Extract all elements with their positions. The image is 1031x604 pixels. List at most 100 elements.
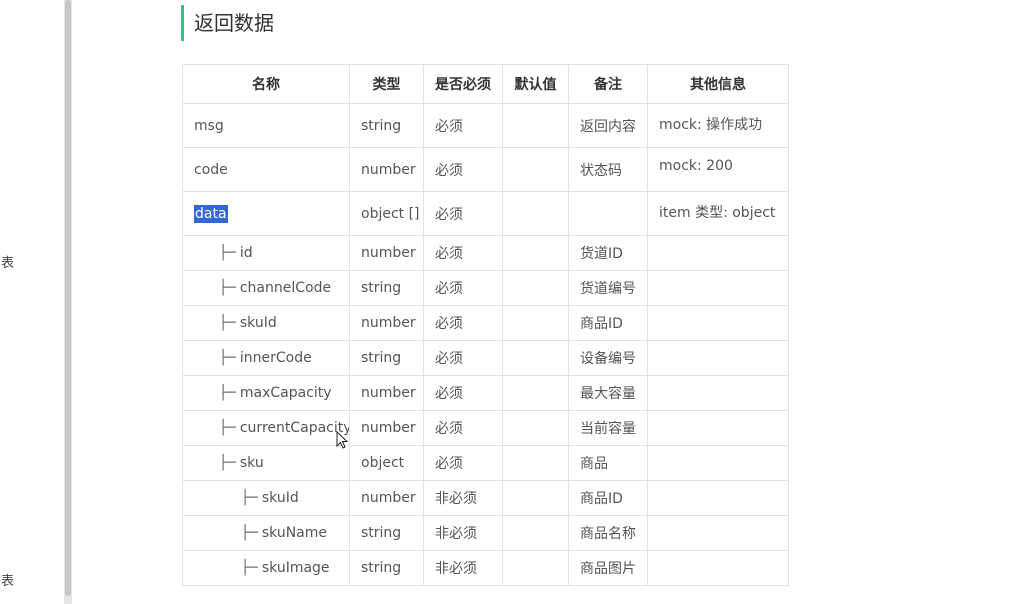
table-row: ├─ sku object 必须 商品 (182, 445, 789, 481)
field-name: ├─ sku (182, 445, 350, 481)
field-name: ├─ skuName (182, 515, 350, 551)
table-row: ├─ skuId number 必须 商品ID (182, 305, 789, 341)
field-required: 必须 (423, 270, 503, 306)
tree-branch-glyph: ├─ (219, 245, 236, 261)
field-name-text: skuId (239, 315, 277, 331)
field-default (502, 410, 569, 446)
field-note: 货道ID (568, 235, 648, 271)
field-note: 最大容量 (568, 375, 648, 411)
field-name-text: id (239, 245, 253, 261)
table-row: ├─ skuName string 非必须 商品名称 (182, 515, 789, 551)
field-default (502, 375, 569, 411)
table-row: ├─ channelCode string 必须 货道编号 (182, 270, 789, 306)
field-other (647, 340, 789, 376)
field-note: 商品名称 (568, 515, 648, 551)
field-required: 必须 (423, 305, 503, 341)
field-name-text: innerCode (239, 350, 312, 366)
table-row: ├─ maxCapacity number 必须 最大容量 (182, 375, 789, 411)
field-required: 必须 (423, 235, 503, 271)
table-row: code number 必须 状态码 mock: 200 (182, 147, 789, 192)
field-name-text: currentCapacity (239, 420, 350, 436)
sidebar-item-list-2[interactable]: 列表 (0, 570, 14, 589)
field-type: string (349, 103, 424, 148)
field-required: 必须 (423, 103, 503, 148)
field-other (647, 375, 789, 411)
field-note: 设备编号 (568, 340, 648, 376)
sidebar-item-list[interactable]: 列表 (0, 252, 14, 271)
table-row: ├─ innerCode string 必须 设备编号 (182, 340, 789, 376)
tree-branch-glyph: ├─ (219, 280, 236, 296)
field-default (502, 480, 569, 516)
field-required: 非必须 (423, 550, 503, 586)
field-default (502, 340, 569, 376)
field-note: 商品ID (568, 480, 648, 516)
field-default (502, 270, 569, 306)
field-name: ├─ maxCapacity (182, 375, 350, 411)
field-default (502, 550, 569, 586)
field-required: 必须 (423, 340, 503, 376)
field-note: 当前容量 (568, 410, 648, 446)
col-header-name: 名称 (182, 64, 350, 104)
selected-field-name[interactable]: data (194, 204, 228, 223)
col-header-note: 备注 (568, 64, 648, 104)
table-row: ├─ skuImage string 非必须 商品图片 (182, 550, 789, 586)
field-name-text: skuId (261, 490, 299, 506)
field-type: number (349, 375, 424, 411)
tree-branch-glyph: ├─ (219, 350, 236, 366)
field-note: 返回内容 (568, 103, 648, 148)
field-other (647, 445, 789, 481)
field-name: ├─ currentCapacity (182, 410, 350, 446)
col-header-other: 其他信息 (647, 64, 789, 104)
field-other (647, 235, 789, 271)
field-note: 商品ID (568, 305, 648, 341)
field-name-text: skuName (261, 525, 328, 541)
field-type: object [] (349, 191, 424, 236)
field-note: 货道编号 (568, 270, 648, 306)
field-note: 状态码 (568, 147, 648, 192)
field-other (647, 270, 789, 306)
field-default (502, 515, 569, 551)
field-name: ├─ innerCode (182, 340, 350, 376)
field-required: 必须 (423, 410, 503, 446)
field-other (647, 410, 789, 446)
field-type: string (349, 270, 424, 306)
field-required: 必须 (423, 191, 503, 236)
field-name: ├─ channelCode (182, 270, 350, 306)
table-header-row: 名称 类型 是否必须 默认值 备注 其他信息 (182, 64, 789, 104)
field-type: string (349, 340, 424, 376)
field-name: code (182, 147, 350, 192)
field-default (502, 305, 569, 341)
col-header-type: 类型 (349, 64, 424, 104)
field-name: msg (182, 103, 350, 148)
response-params-table: 名称 类型 是否必须 默认值 备注 其他信息 msg string 必须 返回内… (182, 64, 789, 586)
tree-branch-glyph: ├─ (219, 315, 236, 331)
field-other: mock: 200 (647, 147, 789, 192)
field-required: 非必须 (423, 480, 503, 516)
field-name: ├─ skuId (182, 305, 350, 341)
field-type: number (349, 410, 424, 446)
field-name: ├─ skuId (182, 480, 350, 516)
field-default (502, 147, 569, 192)
field-note (568, 191, 648, 236)
scrollbar-thumb[interactable] (65, 0, 71, 596)
tree-branch-glyph: ├─ (219, 420, 236, 436)
field-other (647, 515, 789, 551)
tree-branch-glyph: ├─ (219, 455, 236, 471)
tree-branch-glyph: ├─ (241, 525, 258, 541)
sidebar-scrollbar[interactable] (64, 0, 72, 604)
field-name-text: skuImage (261, 560, 330, 576)
field-note: 商品图片 (568, 550, 648, 586)
field-other (647, 305, 789, 341)
tree-branch-glyph: ├─ (241, 490, 258, 506)
field-required: 必须 (423, 445, 503, 481)
field-required: 必须 (423, 147, 503, 192)
field-type: object (349, 445, 424, 481)
field-required: 必须 (423, 375, 503, 411)
field-note: 商品 (568, 445, 648, 481)
field-name: ├─ skuImage (182, 550, 350, 586)
field-default (502, 445, 569, 481)
field-name: data (182, 191, 350, 236)
field-type: string (349, 550, 424, 586)
table-row: ├─ skuId number 非必须 商品ID (182, 480, 789, 516)
field-other (647, 550, 789, 586)
